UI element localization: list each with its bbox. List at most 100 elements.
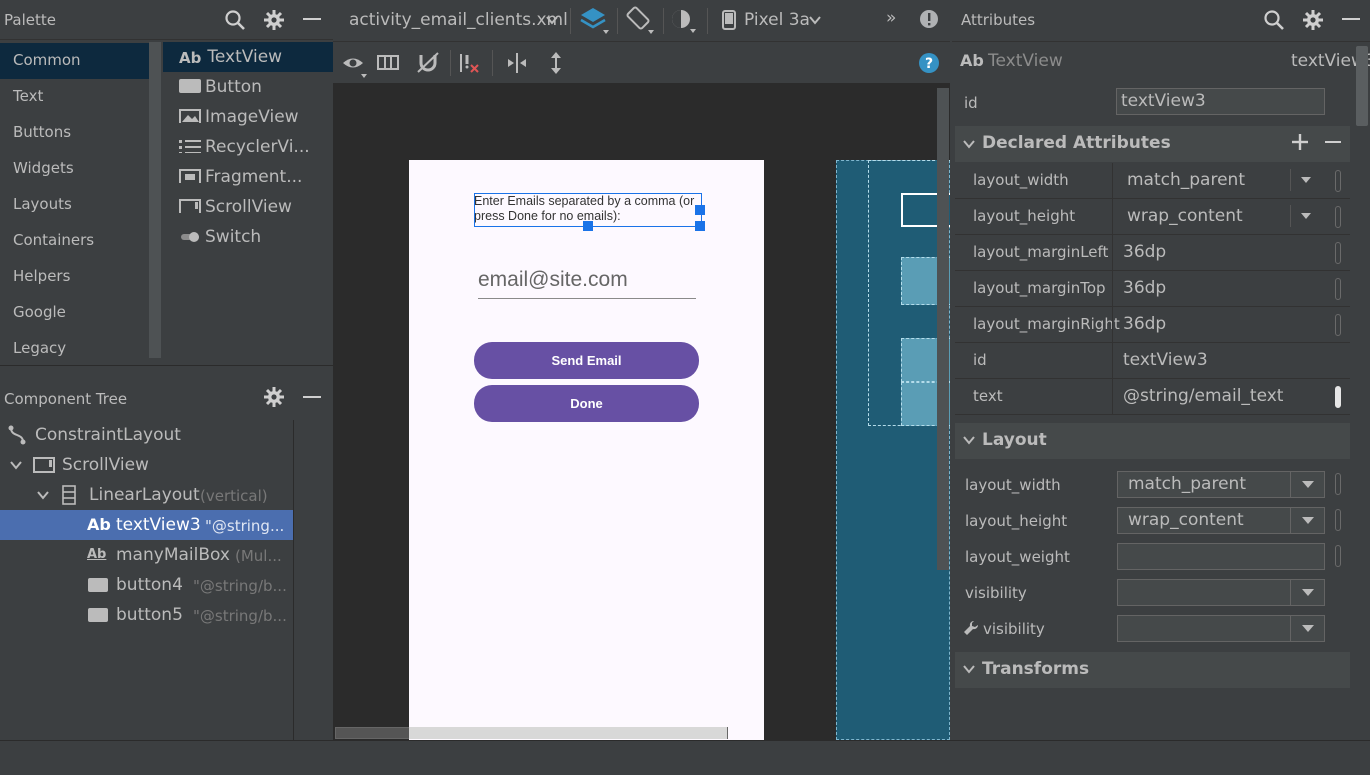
tree-row-textview3[interactable]: Ab textView3 "@string...: [0, 510, 293, 540]
minimize-icon[interactable]: [303, 396, 321, 398]
attr-resource-picker[interactable]: [1335, 206, 1341, 228]
palette-category-common[interactable]: Common: [0, 43, 150, 79]
resize-handle[interactable]: [695, 221, 705, 231]
attr-resource-picker[interactable]: [1335, 314, 1341, 336]
attr-value[interactable]: @string/email_text: [1123, 386, 1283, 406]
palette-item-scrollview[interactable]: ScrollView: [163, 192, 333, 222]
chevron-down-icon[interactable]: [962, 663, 976, 675]
palette-category-containers[interactable]: Containers: [0, 223, 150, 259]
palette-item-imageview[interactable]: ImageView: [163, 102, 333, 132]
palette-category-helpers[interactable]: Helpers: [0, 259, 150, 295]
magnet-off-icon[interactable]: [416, 51, 442, 75]
palette-category-legacy[interactable]: Legacy: [0, 331, 150, 367]
palette-item-recyclerview[interactable]: RecyclerVi...: [163, 132, 333, 162]
layout-attr-row[interactable]: layout_width match_parent: [955, 466, 1350, 502]
attr-resource-picker[interactable]: [1335, 509, 1341, 531]
palette-item-textview[interactable]: Ab TextView: [163, 42, 333, 72]
attr-resource-picker[interactable]: [1335, 278, 1341, 300]
horizontal-scroll-thumb[interactable]: [409, 727, 727, 739]
attr-dropdown[interactable]: [1117, 579, 1325, 606]
clear-constraints-icon[interactable]: [458, 51, 484, 75]
panel-divider[interactable]: [0, 365, 333, 379]
preview-done-button[interactable]: Done: [474, 385, 699, 422]
attributes-scrollbar[interactable]: [1356, 46, 1368, 126]
search-icon[interactable]: [224, 9, 246, 31]
id-field[interactable]: textView3: [1116, 88, 1325, 115]
dropdown-arrow-icon[interactable]: [1290, 616, 1324, 641]
layout-section[interactable]: Layout: [955, 423, 1350, 459]
declared-attr-row[interactable]: text @string/email_text: [955, 379, 1350, 415]
column-view-icon[interactable]: [376, 53, 402, 73]
attr-resource-picker[interactable]: [1335, 242, 1341, 264]
palette-item-switch[interactable]: Switch: [163, 222, 333, 252]
attr-dropdown[interactable]: match_parent: [1117, 471, 1325, 498]
tree-row-manymailbox[interactable]: Ab manyMailBox (Mul...: [0, 540, 293, 570]
minimize-icon[interactable]: [303, 18, 321, 20]
attr-value[interactable]: 36dp: [1123, 242, 1166, 262]
gear-icon[interactable]: [263, 9, 285, 31]
chevron-down-icon[interactable]: [36, 489, 50, 501]
attr-dropdown[interactable]: wrap_content: [1117, 507, 1325, 534]
transforms-section[interactable]: Transforms: [955, 652, 1350, 688]
palette-category-widgets[interactable]: Widgets: [0, 151, 150, 187]
layers-icon[interactable]: [578, 5, 610, 35]
warning-icon[interactable]: [919, 9, 939, 29]
attr-dropdown[interactable]: [1117, 615, 1325, 642]
layout-attr-row[interactable]: layout_weight: [955, 538, 1350, 574]
layout-attr-row[interactable]: layout_height wrap_content: [955, 502, 1350, 538]
gear-icon[interactable]: [263, 386, 285, 408]
chevron-down-icon[interactable]: [9, 459, 23, 471]
category-scrollbar[interactable]: [149, 42, 161, 358]
attr-resource-picker[interactable]: [1335, 473, 1341, 495]
vertical-scrollbar[interactable]: [937, 88, 949, 570]
more-actions-icon[interactable]: »: [886, 8, 896, 28]
tree-row-linearlayout[interactable]: LinearLayout (vertical): [0, 480, 293, 510]
remove-icon[interactable]: [1325, 141, 1341, 143]
attr-value[interactable]: textView3: [1123, 350, 1208, 370]
palette-category-google[interactable]: Google: [0, 295, 150, 331]
attr-value[interactable]: match_parent: [1127, 170, 1245, 190]
chevron-down-icon[interactable]: [962, 138, 976, 150]
declared-attr-row[interactable]: layout_height wrap_content: [955, 199, 1350, 235]
dropdown-arrow-icon[interactable]: [1290, 580, 1324, 605]
tree-row-button4[interactable]: button4 "@string/b...: [0, 570, 293, 600]
minimize-icon[interactable]: [1342, 18, 1360, 20]
attr-input[interactable]: [1117, 543, 1325, 570]
attr-resource-picker[interactable]: [1335, 545, 1341, 567]
palette-category-buttons[interactable]: Buttons: [0, 115, 150, 151]
layout-attr-row[interactable]: visibility: [955, 610, 1350, 646]
theme-icon[interactable]: [668, 6, 700, 34]
attr-resource-picker[interactable]: [1335, 170, 1341, 192]
attr-resource-picker[interactable]: [1335, 386, 1341, 408]
layout-attr-row[interactable]: visibility: [955, 574, 1350, 610]
dropdown-arrow-icon[interactable]: [1290, 169, 1320, 191]
dropdown-arrow-icon[interactable]: [1290, 508, 1324, 533]
palette-category-text[interactable]: Text: [0, 79, 150, 115]
tree-row-button5[interactable]: button5 "@string/b...: [0, 600, 293, 630]
chevron-down-icon[interactable]: [808, 14, 822, 26]
search-icon[interactable]: [1263, 9, 1285, 31]
tree-row-constraintlayout[interactable]: ConstraintLayout: [0, 420, 293, 450]
palette-category-layouts[interactable]: Layouts: [0, 187, 150, 223]
resize-handle[interactable]: [583, 221, 593, 231]
expand-vertical-icon[interactable]: [544, 51, 568, 75]
file-tab[interactable]: activity_email_clients.xml: [349, 10, 568, 30]
add-icon[interactable]: [1291, 133, 1309, 151]
declared-attr-row[interactable]: layout_marginRight 36dp: [955, 307, 1350, 343]
declared-attr-row[interactable]: id textView3: [955, 343, 1350, 379]
eye-icon[interactable]: [341, 52, 371, 80]
declared-attr-row[interactable]: layout_marginTop 36dp: [955, 271, 1350, 307]
dropdown-arrow-icon[interactable]: [1290, 205, 1320, 227]
chevron-down-icon[interactable]: [545, 14, 559, 26]
help-icon[interactable]: ?: [918, 52, 940, 74]
resize-handle[interactable]: [695, 205, 705, 215]
dropdown-arrow-icon[interactable]: [1290, 472, 1324, 497]
tree-row-scrollview[interactable]: ScrollView: [0, 450, 293, 480]
attr-value[interactable]: wrap_content: [1127, 206, 1243, 226]
palette-item-button[interactable]: Button: [163, 72, 333, 102]
orientation-icon[interactable]: [624, 5, 656, 35]
attr-value[interactable]: 36dp: [1123, 314, 1166, 334]
pack-horizontal-icon[interactable]: [505, 51, 529, 75]
device-selector[interactable]: Pixel 3a: [744, 10, 810, 30]
preview-email-field[interactable]: email@site.com: [478, 268, 696, 299]
